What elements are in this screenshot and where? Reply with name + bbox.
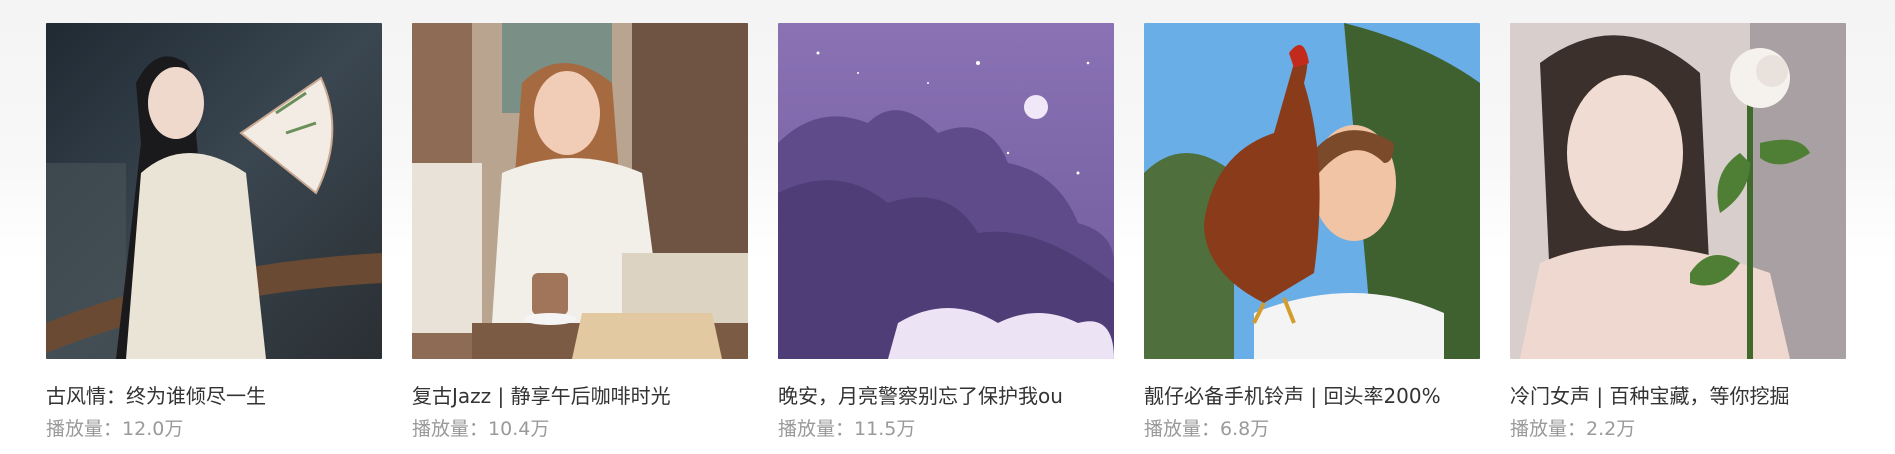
play-count: 播放量：11.5万 [778, 417, 1114, 441]
man-with-hen-image[interactable] [1144, 23, 1480, 359]
play-count-label: 播放量： [778, 418, 855, 440]
play-count-value: 10.4万 [488, 418, 550, 440]
playlist-card[interactable]: 晚安，月亮警察别忘了保护我ou 播放量：11.5万 [778, 23, 1114, 441]
cover-art [46, 23, 382, 359]
cover-art [1510, 23, 1846, 359]
playlist-card[interactable]: 古风情：终为谁倾尽一生 播放量：12.0万 [46, 23, 382, 441]
play-count-value: 12.0万 [122, 418, 184, 440]
playlist-card[interactable]: 靓仔必备手机铃声 | 回头率200% 播放量：6.8万 [1144, 23, 1480, 441]
playlist-title[interactable]: 晚安，月亮警察别忘了保护我ou [778, 383, 1114, 409]
playlist-card[interactable]: 复古Jazz | 静享午后咖啡时光 播放量：10.4万 [412, 23, 748, 441]
cover-art [778, 23, 1114, 359]
cover-art [412, 23, 748, 359]
playlist-card[interactable]: 冷门女声 | 百种宝藏，等你挖掘 播放量：2.2万 [1510, 23, 1846, 441]
playlist-title[interactable]: 古风情：终为谁倾尽一生 [46, 383, 382, 409]
play-count-value: 6.8万 [1220, 418, 1270, 440]
play-count-value: 2.2万 [1586, 418, 1636, 440]
play-count-label: 播放量： [412, 418, 489, 440]
playlist-title[interactable]: 冷门女声 | 百种宝藏，等你挖掘 [1510, 383, 1846, 409]
cover-art [1144, 23, 1480, 359]
playlist-title[interactable]: 复古Jazz | 静享午后咖啡时光 [412, 383, 748, 409]
hanfu-woman-fan-image[interactable] [46, 23, 382, 359]
play-count-label: 播放量： [1510, 418, 1587, 440]
play-count: 播放量：10.4万 [412, 417, 748, 441]
play-count-value: 11.5万 [854, 418, 916, 440]
playlist-grid: 古风情：终为谁倾尽一生 播放量：12.0万 复古Jazz | 静享午后咖啡时光 [46, 23, 1846, 441]
woman-white-rose-image[interactable] [1510, 23, 1846, 359]
purple-night-sky-moon-image[interactable] [778, 23, 1114, 359]
play-count: 播放量：6.8万 [1144, 417, 1480, 441]
play-count-label: 播放量： [1144, 418, 1221, 440]
playlist-title[interactable]: 靓仔必备手机铃声 | 回头率200% [1144, 383, 1480, 409]
play-count: 播放量：12.0万 [46, 417, 382, 441]
play-count: 播放量：2.2万 [1510, 417, 1846, 441]
play-count-label: 播放量： [46, 418, 123, 440]
woman-coffee-cafe-image[interactable] [412, 23, 748, 359]
